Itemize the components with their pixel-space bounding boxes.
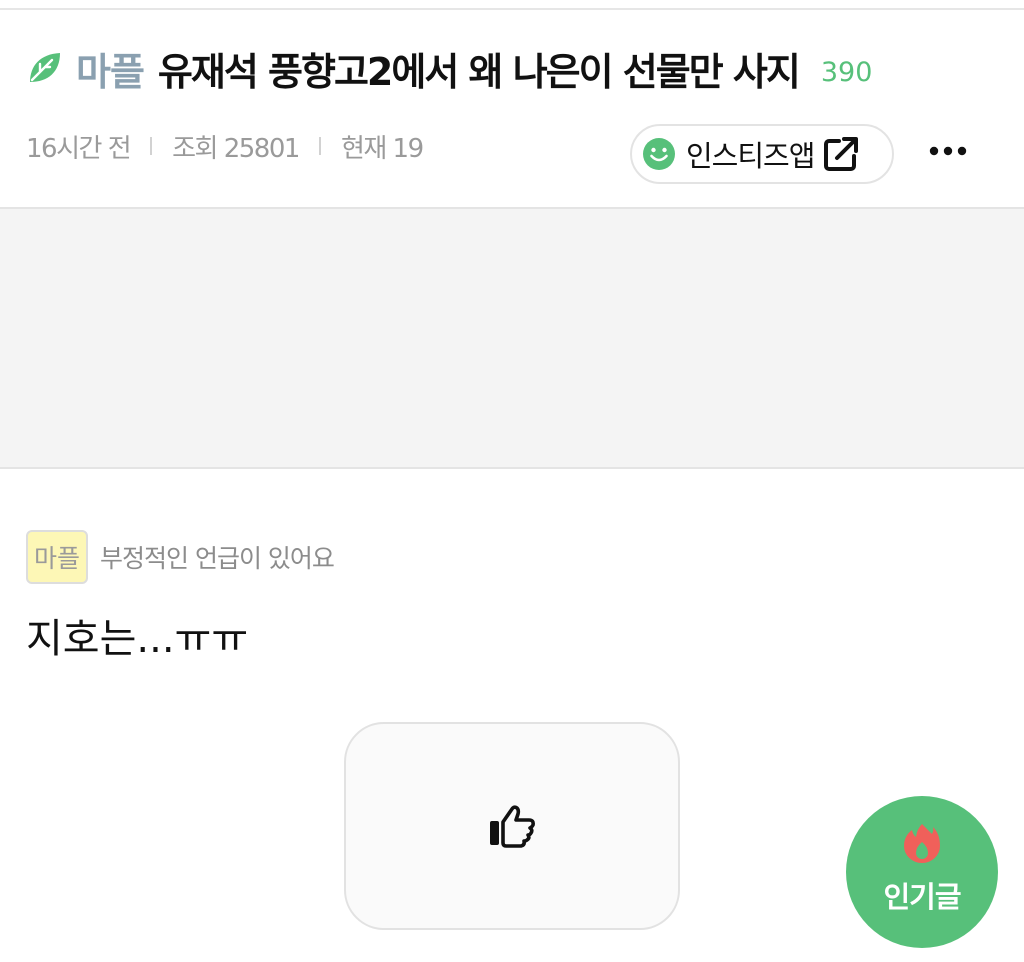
leaf-icon	[30, 53, 60, 82]
content-warning-row: 마플 부정적인 언급이 있어요	[26, 530, 335, 584]
meta-separator	[150, 137, 153, 155]
popular-posts-label: 인기글	[883, 880, 961, 914]
post-body: 지호는...ㅠㅠ	[26, 616, 249, 662]
content-warning-note: 부정적인 언급이 있어요	[100, 544, 335, 573]
top-divider	[0, 8, 1024, 10]
popular-posts-button[interactable]: 인기글	[846, 796, 998, 948]
ad-banner-area	[0, 207, 1024, 469]
post-meta: 16시간 전 조회 25801 현재 19	[26, 126, 424, 166]
open-app-button[interactable]: 인스티즈앱	[630, 124, 894, 184]
fire-icon	[904, 824, 940, 863]
open-app-label: 인스티즈앱	[686, 139, 815, 173]
thumbs-up-icon	[490, 805, 535, 848]
like-button[interactable]	[344, 722, 680, 930]
smile-icon	[643, 138, 675, 170]
meta-separator	[318, 137, 321, 155]
current-viewers: 현재 19	[340, 133, 424, 164]
comment-count[interactable]: 390	[821, 57, 873, 88]
external-link-icon	[824, 137, 859, 171]
post-time: 16시간 전	[26, 133, 132, 164]
view-count: 조회 25801	[172, 133, 300, 164]
more-icon[interactable]	[926, 138, 970, 164]
board-tag-badge: 마플	[26, 530, 89, 584]
post-title-row: 마플 유재석 풍향고2에서 왜 나은이 선물만 사지 390	[26, 36, 872, 100]
board-name[interactable]: 마플	[76, 41, 145, 96]
post-title: 유재석 풍향고2에서 왜 나은이 선물만 사지	[157, 49, 801, 94]
